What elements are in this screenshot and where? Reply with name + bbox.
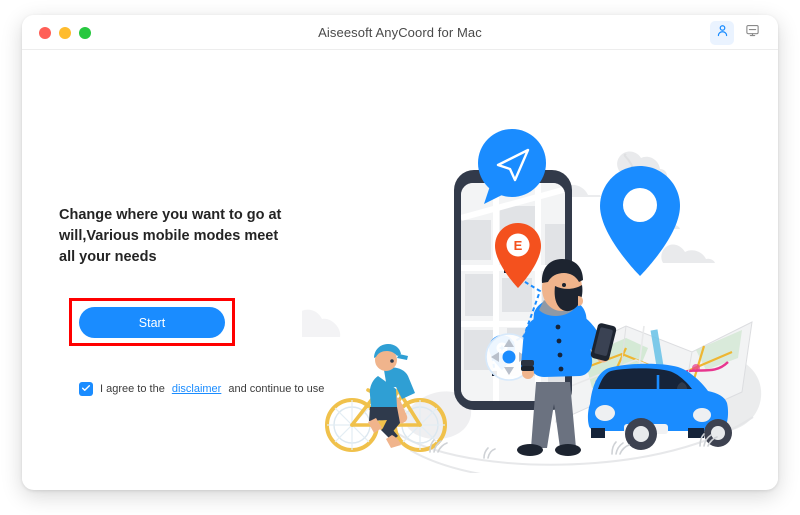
agree-text-prefix: I agree to the: [100, 383, 165, 395]
page-headline: Change where you want to go at will,Vari…: [59, 207, 282, 266]
location-spoofing-illustration: E: [302, 128, 772, 473]
titlebar-actions: [710, 21, 764, 45]
window-body: Change where you want to go at will,Vari…: [22, 50, 778, 489]
svg-text:E: E: [514, 238, 523, 253]
check-icon: [81, 383, 91, 396]
app-window: Aiseesoft AnyCoord for Mac Change where …: [22, 15, 778, 490]
account-button[interactable]: [710, 21, 734, 45]
maximize-button[interactable]: [79, 27, 91, 39]
traffic-light-buttons: [39, 27, 91, 39]
screen-button[interactable]: [740, 21, 764, 45]
agree-checkbox[interactable]: [79, 382, 93, 396]
monitor-icon: [745, 23, 760, 43]
user-icon: [715, 23, 730, 43]
disclaimer-link[interactable]: disclaimer: [172, 383, 222, 395]
minimize-button[interactable]: [59, 27, 71, 39]
window-title: Aiseesoft AnyCoord for Mac: [318, 25, 482, 40]
agree-row: I agree to the disclaimer and continue t…: [79, 382, 324, 396]
title-bar: Aiseesoft AnyCoord for Mac: [22, 15, 778, 50]
close-button[interactable]: [39, 27, 51, 39]
left-panel: Change where you want to go at will,Vari…: [59, 205, 329, 396]
start-button[interactable]: Start: [79, 307, 225, 338]
